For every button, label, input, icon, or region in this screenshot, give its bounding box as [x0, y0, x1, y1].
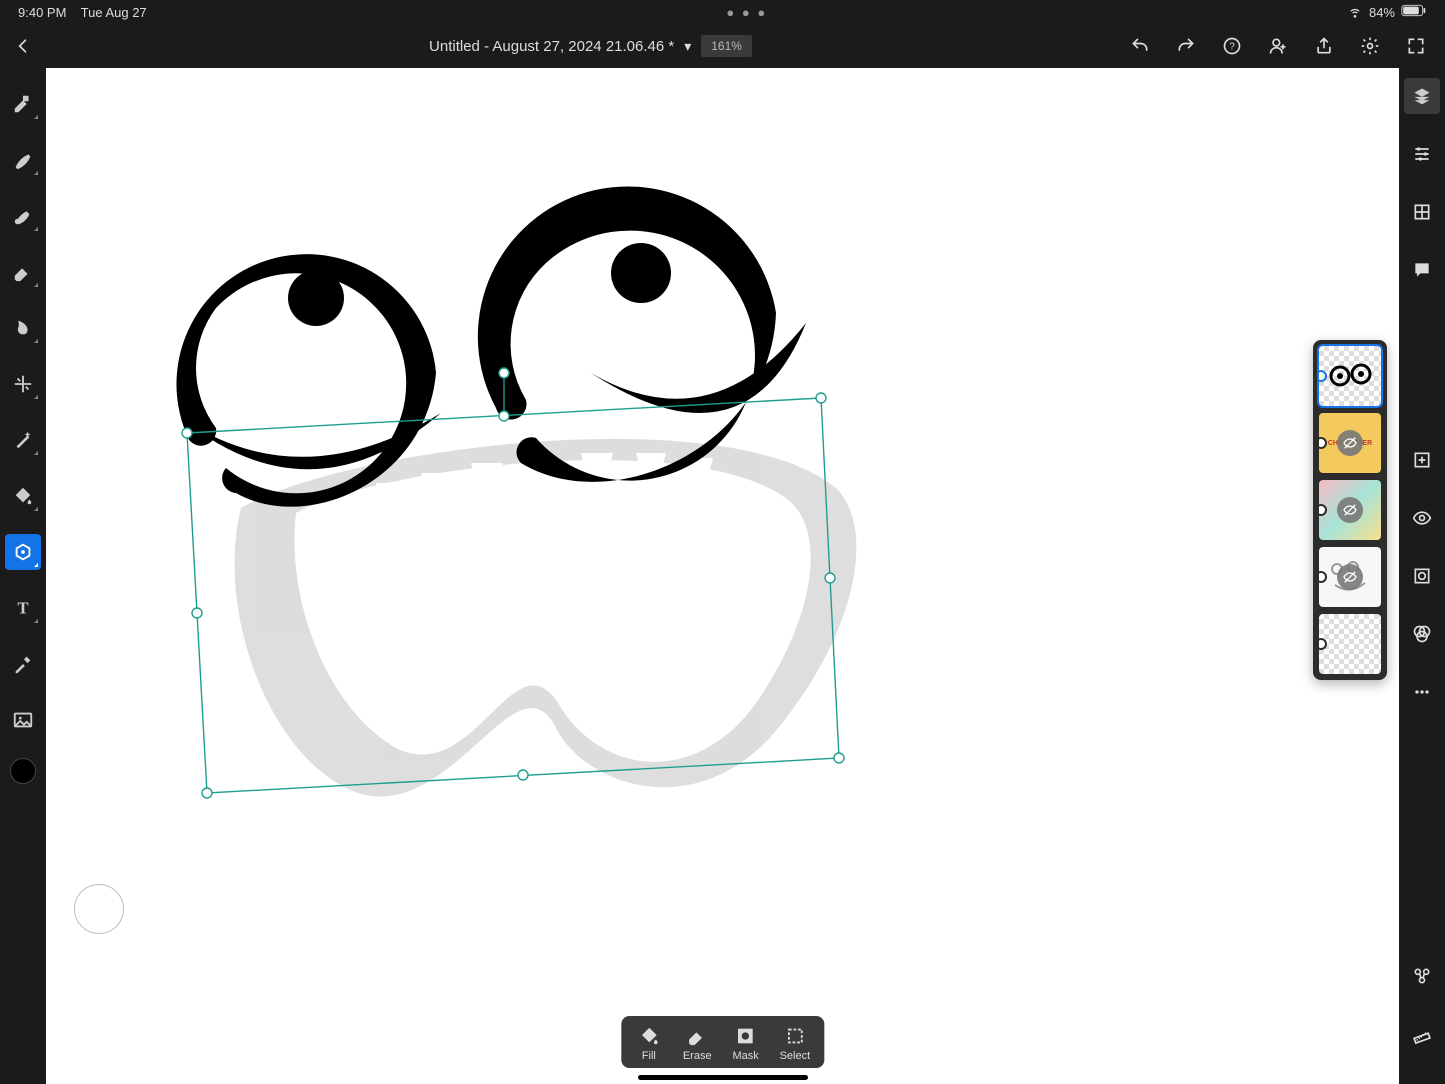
visibility-toggle-button[interactable] — [1404, 500, 1440, 536]
precision-button[interactable] — [1404, 1016, 1440, 1052]
home-indicator[interactable] — [638, 1075, 808, 1080]
layer-thumb-2[interactable]: CHARACTER — [1319, 413, 1381, 473]
layer-thumb-5[interactable] — [1319, 614, 1381, 674]
zoom-badge[interactable]: 161% — [701, 35, 752, 57]
fill-label: Fill — [642, 1050, 656, 1062]
erase-label: Erase — [683, 1050, 712, 1062]
multitask-dots[interactable]: ● ● ● — [147, 5, 1347, 20]
add-layer-button[interactable] — [1404, 442, 1440, 478]
transform-tool[interactable] — [5, 366, 41, 402]
selection-box[interactable] — [46, 68, 1399, 1084]
text-tool[interactable]: T — [5, 590, 41, 626]
mask-layer-button[interactable] — [1404, 558, 1440, 594]
wifi-icon — [1347, 3, 1363, 22]
layers-panel-button[interactable] — [1404, 78, 1440, 114]
eraser-tool[interactable] — [5, 254, 41, 290]
blob-brush-tool[interactable] — [5, 198, 41, 234]
back-button[interactable] — [12, 35, 34, 57]
link-button[interactable] — [1404, 958, 1440, 994]
battery-icon — [1401, 4, 1427, 20]
smudge-tool[interactable] — [5, 310, 41, 346]
layers-panel: CHARACTER — [1313, 340, 1387, 680]
appearance-button[interactable] — [1404, 616, 1440, 652]
svg-text:T: T — [17, 599, 28, 618]
grid-panel-button[interactable] — [1404, 194, 1440, 230]
shape-tool[interactable] — [5, 534, 41, 570]
layer-thumb-4[interactable] — [1319, 547, 1381, 607]
help-button[interactable]: ? — [1221, 35, 1243, 57]
properties-panel-button[interactable] — [1404, 136, 1440, 172]
settings-button[interactable] — [1359, 35, 1381, 57]
erase-action[interactable]: Erase — [683, 1024, 712, 1062]
hidden-icon — [1337, 497, 1363, 523]
select-label: Select — [780, 1050, 811, 1062]
title-menu-chevron-icon[interactable]: ▾ — [684, 38, 691, 55]
place-image-tool[interactable] — [5, 702, 41, 738]
pixel-brush-tool[interactable] — [5, 86, 41, 122]
status-time: 9:40 PM — [18, 5, 66, 20]
document-title[interactable]: Untitled - August 27, 2024 21.06.46 * — [429, 38, 674, 55]
layer-thumb-3[interactable] — [1319, 480, 1381, 540]
comments-panel-button[interactable] — [1404, 252, 1440, 288]
mask-label: Mask — [732, 1050, 758, 1062]
brush-tool[interactable] — [5, 142, 41, 178]
share-button[interactable] — [1313, 35, 1335, 57]
bottom-action-bar: Fill Erase Mask Select — [621, 1016, 824, 1068]
wand-tool[interactable] — [5, 422, 41, 458]
layer-thumb-1[interactable] — [1319, 346, 1381, 406]
status-date: Tue Aug 27 — [81, 5, 147, 20]
secondary-color-chip[interactable] — [74, 884, 124, 934]
eyedropper-tool[interactable] — [5, 646, 41, 682]
undo-button[interactable] — [1129, 35, 1151, 57]
redo-button[interactable] — [1175, 35, 1197, 57]
select-action[interactable]: Select — [780, 1024, 811, 1062]
fill-action[interactable]: Fill — [635, 1024, 663, 1062]
battery-percent: 84% — [1369, 5, 1395, 20]
svg-text:?: ? — [1229, 41, 1235, 52]
hidden-icon — [1337, 564, 1363, 590]
primary-color-chip[interactable] — [10, 758, 36, 784]
fullscreen-button[interactable] — [1405, 35, 1427, 57]
hidden-icon — [1337, 430, 1363, 456]
canvas[interactable] — [46, 68, 1399, 1084]
invite-button[interactable] — [1267, 35, 1289, 57]
mask-action[interactable]: Mask — [732, 1024, 760, 1062]
fill-tool[interactable] — [5, 478, 41, 514]
more-options-button[interactable] — [1404, 674, 1440, 710]
